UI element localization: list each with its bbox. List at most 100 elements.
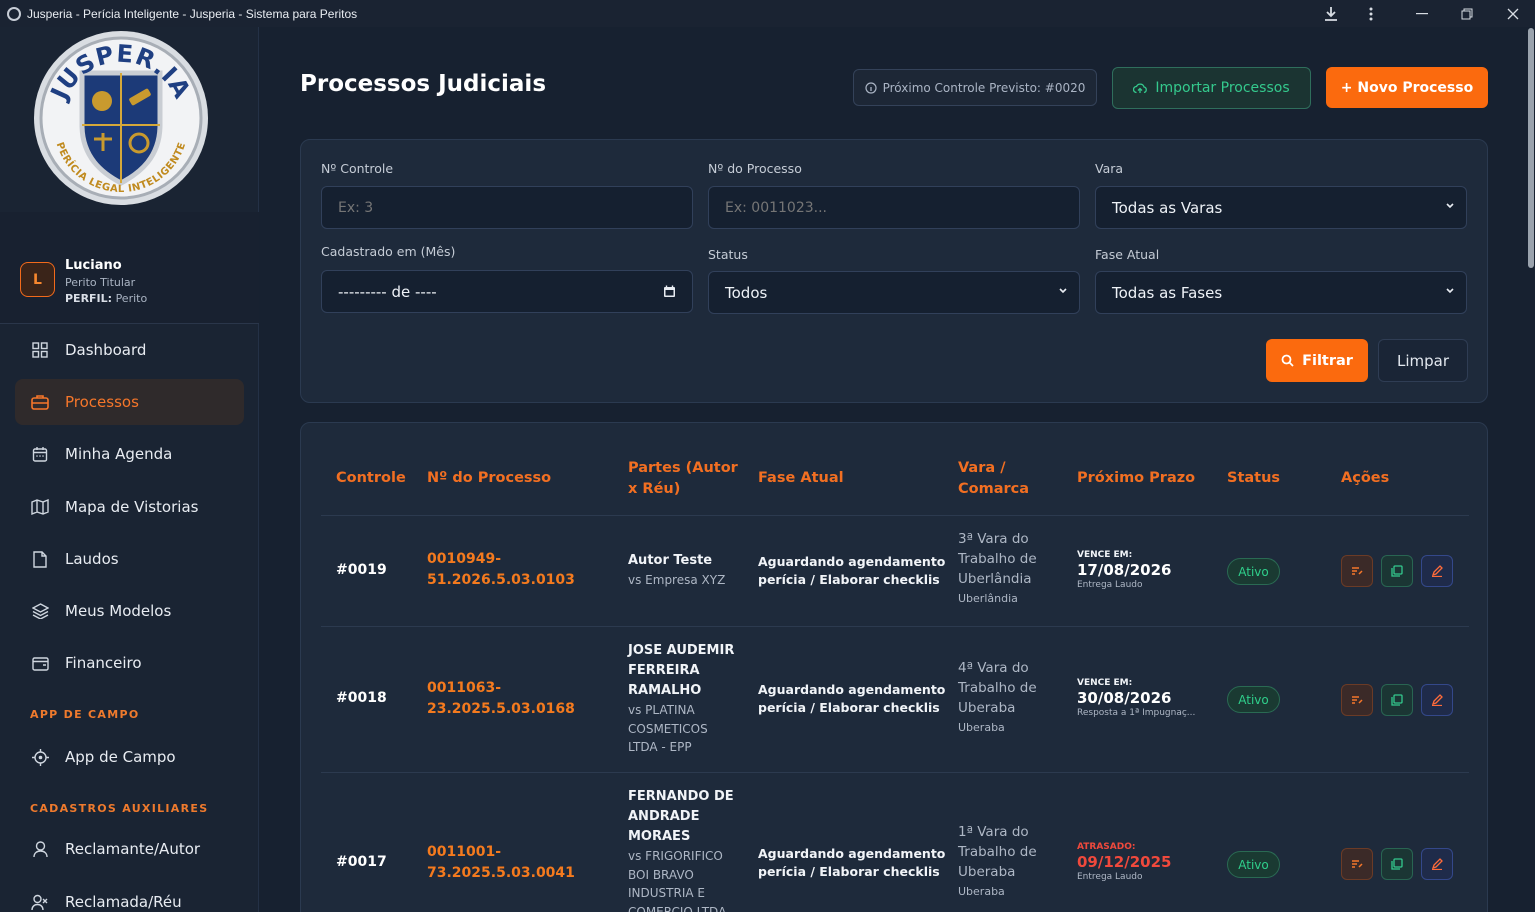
row-comarca: Uberlândia (958, 592, 1018, 605)
notes-icon (1352, 860, 1363, 868)
row-autor: Autor Teste (628, 553, 713, 568)
row-reu-line3: LTDA - EPP (628, 740, 692, 754)
notes-icon (1352, 567, 1363, 575)
calendar-picker-icon[interactable] (663, 285, 676, 298)
divider (321, 626, 1469, 627)
edit-icon (1431, 694, 1443, 706)
row-processo-link[interactable]: 0010949- 51.2026.5.03.0103 (427, 549, 575, 591)
row-autor-line1: JOSE AUDEMIR (628, 643, 735, 658)
info-icon (864, 81, 877, 94)
controle-input[interactable] (321, 186, 693, 229)
sidebar-item-processos[interactable]: Processos (15, 379, 244, 425)
row-partes: JOSE AUDEMIR FERREIRA RAMALHO vs PLATINA… (628, 641, 734, 757)
window-title: Jusperia - Perícia Inteligente - Jusperi… (27, 6, 358, 21)
status-badge: Ativo (1227, 686, 1280, 713)
row-prazo-date: 30/08/2026 (1077, 689, 1172, 707)
new-process-button[interactable]: + Novo Processo (1326, 67, 1488, 108)
documents-button[interactable] (1381, 684, 1413, 716)
row-processo-line1: 0010949- (427, 551, 501, 567)
section-cadastros-auxiliares: CADASTROS AUXILIARES (30, 802, 209, 815)
row-reu-line4: COMERCIO LTDA (628, 904, 727, 912)
fase-select[interactable]: Todas as Fases (1095, 271, 1467, 314)
col-acoes: Ações (1341, 470, 1390, 486)
notes-button[interactable] (1341, 684, 1373, 716)
sidebar-item-agenda[interactable]: Minha Agenda (15, 431, 244, 477)
document-icon (31, 550, 49, 568)
row-fase-line1: Aguardando agendamento (758, 682, 946, 697)
status-select[interactable]: Todos (708, 271, 1080, 314)
row-processo-link[interactable]: 0011063- 23.2025.5.03.0168 (427, 678, 575, 720)
edit-button[interactable] (1421, 555, 1453, 587)
main-content: Processos Judiciais Próximo Controle Pre… (260, 27, 1535, 912)
edit-button[interactable] (1421, 684, 1453, 716)
edit-icon (1431, 565, 1443, 577)
row-prazo: VENCE EM: 30/08/2026 Resposta a 1ª Impug… (1077, 678, 1197, 718)
download-icon[interactable] (1311, 0, 1351, 27)
more-menu-icon[interactable] (1351, 0, 1391, 27)
sidebar-item-label: Reclamante/Autor (65, 840, 201, 858)
col-partes-line2: x Réu) (628, 481, 681, 497)
col-partes-line1: Partes (Autor (628, 460, 738, 476)
row-processo-line2: 51.2026.5.03.0103 (427, 572, 575, 588)
scrollbar[interactable] (1528, 28, 1534, 268)
row-prazo-date: 09/12/2025 (1077, 853, 1172, 871)
briefcase-icon (31, 393, 49, 411)
minimize-icon[interactable] (1402, 0, 1442, 27)
row-vara-line1: 3ª Vara do (958, 531, 1029, 547)
chevron-down-icon (1446, 203, 1454, 209)
user-icon (31, 840, 49, 858)
vara-select[interactable]: Todas as Varas (1095, 186, 1467, 229)
controle-label: Nº Controle (321, 161, 394, 176)
sidebar-item-app-de-campo[interactable]: App de Campo (15, 734, 244, 780)
restore-icon[interactable] (1447, 0, 1487, 27)
col-prazo: Próximo Prazo (1077, 470, 1196, 486)
documents-button[interactable] (1381, 555, 1413, 587)
cadastro-label: Cadastrado em (Mês) (321, 244, 456, 259)
import-processes-button[interactable]: Importar Processos (1112, 67, 1311, 109)
row-reu: vs Empresa XYZ (628, 573, 726, 587)
clear-button[interactable]: Limpar (1378, 339, 1468, 382)
sidebar-item-mapa[interactable]: Mapa de Vistorias (15, 484, 244, 530)
row-partes: FERNANDO DE ANDRADE MORAES vs FRIGORIFIC… (628, 787, 734, 912)
notes-button[interactable] (1341, 848, 1373, 880)
cadastro-month-input[interactable]: --------- de ---- (321, 270, 693, 313)
sidebar-item-modelos[interactable]: Meus Modelos (15, 588, 244, 634)
row-fase-line1: Aguardando agendamento (758, 554, 946, 569)
col-vara: Vara / Comarca (958, 458, 1029, 500)
processes-table: Controle Nº do Processo Partes (Autor x R… (300, 422, 1488, 912)
edit-button[interactable] (1421, 848, 1453, 880)
row-vara: 1ª Vara do Trabalho de Uberaba Uberaba (958, 822, 1037, 902)
filter-label: Filtrar (1302, 352, 1353, 369)
page-title: Processos Judiciais (300, 71, 547, 97)
documents-button[interactable] (1381, 848, 1413, 880)
calendar-icon (31, 445, 49, 463)
sidebar-item-dashboard[interactable]: Dashboard (15, 327, 244, 373)
row-prazo: ATRASADO: 09/12/2025 Entrega Laudo (1077, 842, 1197, 882)
sidebar-item-financeiro[interactable]: Financeiro (15, 640, 244, 686)
sidebar-item-label: Financeiro (65, 654, 142, 672)
app-icon (7, 6, 21, 21)
row-vara: 4ª Vara do Trabalho de Uberaba Uberaba (958, 658, 1037, 738)
profile-label: PERFIL: (65, 292, 113, 305)
row-prazo-note: Entrega Laudo (1077, 872, 1143, 882)
col-status: Status (1227, 470, 1281, 486)
profile-value: Perito (115, 292, 148, 305)
row-fase-line2: perícia / Elaborar checklis (758, 700, 940, 715)
documents-icon (1391, 694, 1403, 706)
close-icon[interactable] (1493, 0, 1533, 27)
row-reu-line2: BOI BRAVO (628, 867, 694, 882)
processo-input[interactable] (708, 186, 1080, 229)
sidebar-item-reclamante[interactable]: Reclamante/Autor (15, 826, 244, 872)
notes-button[interactable] (1341, 555, 1373, 587)
vara-value: Todas as Varas (1112, 198, 1223, 217)
row-fase: Aguardando agendamento perícia / Elaborar… (758, 845, 945, 881)
row-autor-line3: RAMALHO (628, 683, 702, 698)
filter-button[interactable]: Filtrar (1266, 339, 1368, 382)
row-vara-line3: Uberaba (958, 864, 1016, 880)
row-processo-link[interactable]: 0011001- 73.2025.5.03.0041 (427, 842, 575, 884)
sidebar-item-label: Processos (65, 393, 139, 411)
sidebar-item-laudos[interactable]: Laudos (15, 536, 244, 582)
sidebar-item-reclamada[interactable]: Reclamada/Réu (15, 879, 244, 912)
fase-label: Fase Atual (1095, 247, 1160, 262)
row-processo-line2: 73.2025.5.03.0041 (427, 865, 575, 881)
